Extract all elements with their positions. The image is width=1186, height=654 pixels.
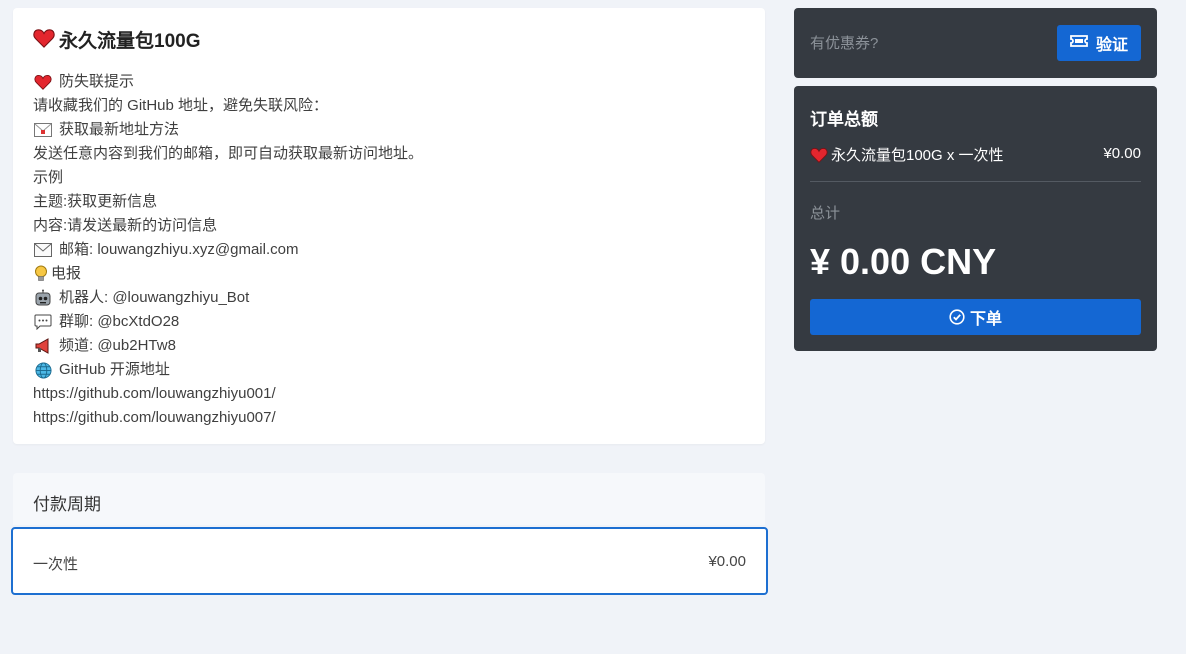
desc-line: 机器人: @louwangzhiyu_Bot bbox=[33, 286, 733, 310]
heart-icon bbox=[33, 28, 55, 51]
desc-line: 频道: @ub2HTw8 bbox=[33, 334, 733, 358]
order-item-label: 永久流量包100G x 一次性 bbox=[831, 147, 1004, 164]
desc-line: 请收藏我们的 GitHub 地址，避免失联风险： bbox=[33, 97, 329, 114]
envelope-icon bbox=[33, 121, 53, 139]
place-order-button[interactable]: 下单 bbox=[810, 299, 1141, 335]
lightbulb-icon bbox=[33, 265, 49, 283]
order-summary-panel: 订单总额 永久流量包100G x 一次性 ¥0.00 总计 ¥ 0.00 CNY… bbox=[794, 86, 1157, 351]
heart-icon bbox=[33, 73, 53, 91]
desc-line: 主题:获取更新信息 bbox=[33, 193, 158, 210]
desc-line: 示例 bbox=[33, 169, 64, 186]
verify-button[interactable]: 验证 bbox=[1057, 25, 1141, 61]
order-item: 永久流量包100G x 一次性 bbox=[810, 144, 1004, 165]
desc-line: https://github.com/louwangzhiyu001/ bbox=[33, 385, 276, 402]
desc-line: 内容:请发送最新的访问信息 bbox=[33, 217, 218, 234]
place-order-label: 下单 bbox=[969, 311, 1002, 328]
mail-icon bbox=[33, 241, 53, 259]
desc-line: 邮箱: louwangzhiyu.xyz@gmail.com bbox=[33, 238, 733, 262]
desc-line: 防失联提示 bbox=[33, 70, 733, 94]
robot-icon bbox=[33, 289, 53, 307]
product-description: 防失联提示 请收藏我们的 GitHub 地址，避免失联风险： 获取最新地址方法 … bbox=[33, 70, 733, 430]
divider bbox=[810, 181, 1141, 182]
product-title: 永久流量包100G bbox=[33, 26, 200, 53]
speech-bubble-icon bbox=[33, 313, 53, 331]
product-card: 永久流量包100G 防失联提示 请收藏我们的 GitHub 地址，避免失联风险：… bbox=[13, 8, 765, 444]
desc-line: 电报 bbox=[33, 262, 733, 286]
total-amount: ¥ 0.00 CNY bbox=[810, 241, 997, 282]
verify-label: 验证 bbox=[1095, 37, 1128, 54]
desc-line: 群聊: @bcXtdO28 bbox=[33, 310, 733, 334]
coupon-panel: 验证 bbox=[794, 8, 1157, 78]
period-option-label: 一次性 bbox=[33, 556, 79, 573]
coupon-input[interactable] bbox=[802, 22, 1052, 64]
order-summary-title: 订单总额 bbox=[810, 110, 878, 129]
period-option-price: ¥0.00 bbox=[708, 553, 746, 570]
heart-icon bbox=[810, 147, 828, 163]
desc-line: 获取最新地址方法 bbox=[33, 118, 733, 142]
payment-period-title: 付款周期 bbox=[33, 495, 101, 514]
period-option-one-time[interactable]: 一次性 ¥0.00 bbox=[11, 527, 768, 595]
desc-line: 发送任意内容到我们的邮箱，即可自动获取最新访问地址。 bbox=[33, 145, 424, 162]
check-circle-icon bbox=[949, 309, 965, 325]
product-title-text: 永久流量包100G bbox=[59, 31, 201, 52]
desc-line: https://github.com/louwangzhiyu007/ bbox=[33, 409, 276, 426]
ticket-icon bbox=[1070, 34, 1088, 52]
desc-line: GitHub 开源地址 bbox=[33, 358, 733, 382]
order-item-price: ¥0.00 bbox=[1103, 145, 1141, 162]
total-label: 总计 bbox=[810, 205, 841, 222]
payment-period-header: 付款周期 bbox=[13, 473, 765, 525]
globe-icon bbox=[33, 361, 53, 379]
megaphone-icon bbox=[33, 337, 53, 355]
